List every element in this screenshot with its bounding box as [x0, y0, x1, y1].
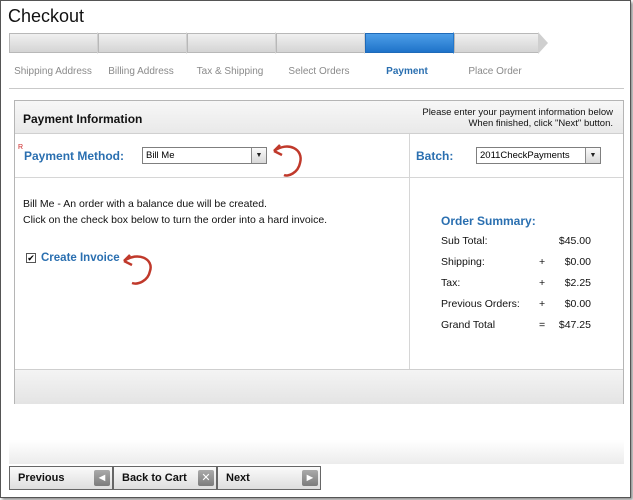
page-title: Checkout — [8, 6, 85, 26]
step-select-orders — [276, 33, 365, 53]
panel-footer — [15, 369, 623, 404]
step-label: Place Order — [468, 66, 522, 77]
order-summary-title: Order Summary: — [441, 214, 536, 228]
summary-label: Sub Total: — [441, 235, 488, 247]
panel-header: Payment Information Please enter your pa… — [15, 101, 623, 134]
summary-row-tax: Tax: + $2.25 — [441, 277, 601, 291]
description-line-1: Bill Me - An order with a balance due wi… — [23, 198, 267, 210]
summary-label: Tax: — [441, 277, 461, 289]
summary-row-shipping: Shipping: + $0.00 — [441, 256, 601, 270]
description-line-2: Click on the check box below to turn the… — [23, 214, 328, 226]
summary-amount: $2.25 — [564, 277, 591, 289]
annotation-arrow-icon — [273, 144, 302, 177]
step-labels: Shipping Address Billing Address Tax & S… — [0, 66, 633, 80]
progress-steps — [9, 32, 549, 55]
column-separator — [409, 178, 410, 369]
summary-amount: $0.00 — [564, 298, 591, 310]
payment-panel: Payment Information Please enter your pa… — [14, 100, 624, 404]
create-invoice-label[interactable]: Create Invoice — [41, 252, 120, 264]
arrow-left-icon: ◄ — [94, 470, 110, 486]
summary-row-previous-orders: Previous Orders: + $0.00 — [441, 298, 601, 312]
step-chevron — [538, 32, 548, 54]
dropdown-arrow-icon[interactable]: ▼ — [585, 148, 600, 163]
step-payment — [365, 33, 454, 53]
summary-label: Shipping: — [441, 256, 485, 268]
panel-title: Payment Information — [23, 112, 143, 126]
summary-operator: + — [539, 277, 546, 289]
payment-description: Bill Me - An order with a balance due wi… — [23, 196, 327, 228]
summary-amount: $0.00 — [564, 256, 591, 268]
payment-method-label: Payment Method: — [24, 149, 125, 163]
summary-operator: = — [539, 319, 546, 331]
summary-amount: $45.00 — [558, 235, 591, 247]
close-icon: ✕ — [198, 470, 214, 486]
step-label: Billing Address — [108, 66, 174, 77]
step-shipping-address — [9, 33, 98, 53]
batch-select[interactable]: 2011CheckPayments ▼ — [476, 147, 601, 164]
previous-button[interactable]: Previous ◄ — [9, 466, 113, 490]
summary-row-subtotal: Sub Total: $45.00 — [441, 235, 601, 249]
back-to-cart-button[interactable]: Back to Cart ✕ — [113, 466, 217, 490]
summary-row-grand-total: Grand Total = $47.25 — [441, 319, 601, 333]
back-to-cart-label: Back to Cart — [122, 472, 187, 484]
dropdown-arrow-icon[interactable]: ▼ — [251, 148, 266, 163]
summary-amount: $47.25 — [558, 319, 591, 331]
header-divider — [9, 88, 624, 89]
help-line-2: When finished, click "Next" button. — [468, 118, 613, 129]
create-invoice-checkbox[interactable]: ✔ — [26, 253, 36, 263]
payment-method-row: R Payment Method: Bill Me ▼ Batch: 2011C… — [15, 134, 623, 178]
step-place-order — [454, 33, 539, 53]
summary-operator: + — [539, 256, 546, 268]
batch-label: Batch: — [416, 149, 454, 163]
nav-band — [9, 440, 624, 464]
step-billing-address — [98, 33, 187, 53]
required-marker: R — [18, 144, 24, 151]
next-label: Next — [226, 472, 250, 484]
arrow-right-icon: ► — [302, 470, 318, 486]
step-label: Shipping Address — [14, 66, 92, 77]
column-separator — [409, 134, 410, 177]
annotation-arrow-icon — [123, 254, 152, 285]
summary-label: Grand Total — [441, 319, 496, 331]
step-label: Tax & Shipping — [196, 66, 264, 77]
panel-help-text: Please enter your payment information be… — [422, 107, 613, 129]
step-label: Select Orders — [288, 66, 350, 77]
batch-value: 2011CheckPayments — [480, 150, 570, 161]
help-line-1: Please enter your payment information be… — [422, 107, 613, 118]
step-tax-shipping — [187, 33, 276, 53]
next-button[interactable]: Next ► — [217, 466, 321, 490]
summary-label: Previous Orders: — [441, 298, 520, 310]
summary-operator: + — [539, 298, 546, 310]
payment-method-value: Bill Me — [146, 150, 175, 161]
previous-label: Previous — [18, 472, 65, 484]
step-label-active: Payment — [386, 66, 428, 77]
payment-method-select[interactable]: Bill Me ▼ — [142, 147, 267, 164]
